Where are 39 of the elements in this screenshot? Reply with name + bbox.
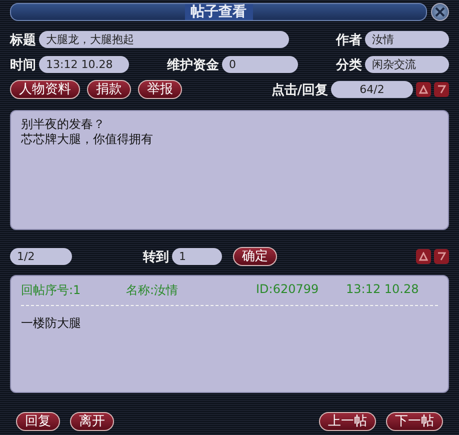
action-button[interactable]: 举报: [138, 80, 182, 99]
action-button[interactable]: 人物资料: [10, 80, 80, 99]
page-indicator: 1/2: [10, 248, 72, 265]
goto-input[interactable]: 1: [172, 248, 222, 265]
title-field: 大腿龙，大腿抱起: [39, 31, 289, 48]
nav-button[interactable]: 上一帖: [319, 412, 376, 431]
up-arrow-icon: [419, 252, 428, 261]
post-text: 别半夜的发春？: [21, 117, 106, 132]
field-label: 分类: [336, 56, 362, 74]
close-button[interactable]: [431, 3, 449, 21]
field-label: 维护资金: [167, 56, 219, 74]
reply-time: 13:12 10.28: [346, 282, 420, 298]
fund-field: 0: [222, 56, 298, 73]
confirm-button[interactable]: 确定: [233, 247, 277, 266]
field-label: 时间: [10, 56, 36, 74]
close-icon: [435, 7, 445, 17]
window-title: 帖子查看: [184, 4, 252, 20]
scroll-down-button[interactable]: [434, 249, 449, 264]
field-label: 标题: [10, 32, 36, 48]
author-field: 汝情: [365, 31, 449, 48]
scroll-up-button[interactable]: [416, 249, 431, 264]
reply-text: 一楼防大腿: [21, 316, 82, 331]
scroll-up-button[interactable]: [416, 82, 431, 97]
nav-button[interactable]: 回复: [16, 412, 60, 431]
nav-button[interactable]: 下一帖: [386, 412, 443, 431]
reply-id: ID:620799: [256, 282, 320, 298]
post-text: 芯芯牌大腿，你值得拥有: [21, 132, 154, 147]
up-arrow-icon: [419, 85, 428, 94]
scroll-down-button[interactable]: [434, 82, 449, 97]
clicks-field: 64/2: [331, 81, 413, 98]
goto-label: 转到: [143, 248, 169, 266]
field-label: 作者: [336, 32, 362, 48]
clicks-label: 点击/回复: [271, 82, 328, 98]
category-field: 闲杂交流: [365, 56, 449, 73]
time-field: 13:12 10.28: [39, 56, 129, 73]
action-button[interactable]: 捐款: [87, 80, 131, 99]
reply-author: 名称:汝情: [126, 282, 180, 299]
reply-number: 回帖序号:1: [21, 282, 82, 299]
nav-button[interactable]: 离开: [70, 412, 114, 431]
